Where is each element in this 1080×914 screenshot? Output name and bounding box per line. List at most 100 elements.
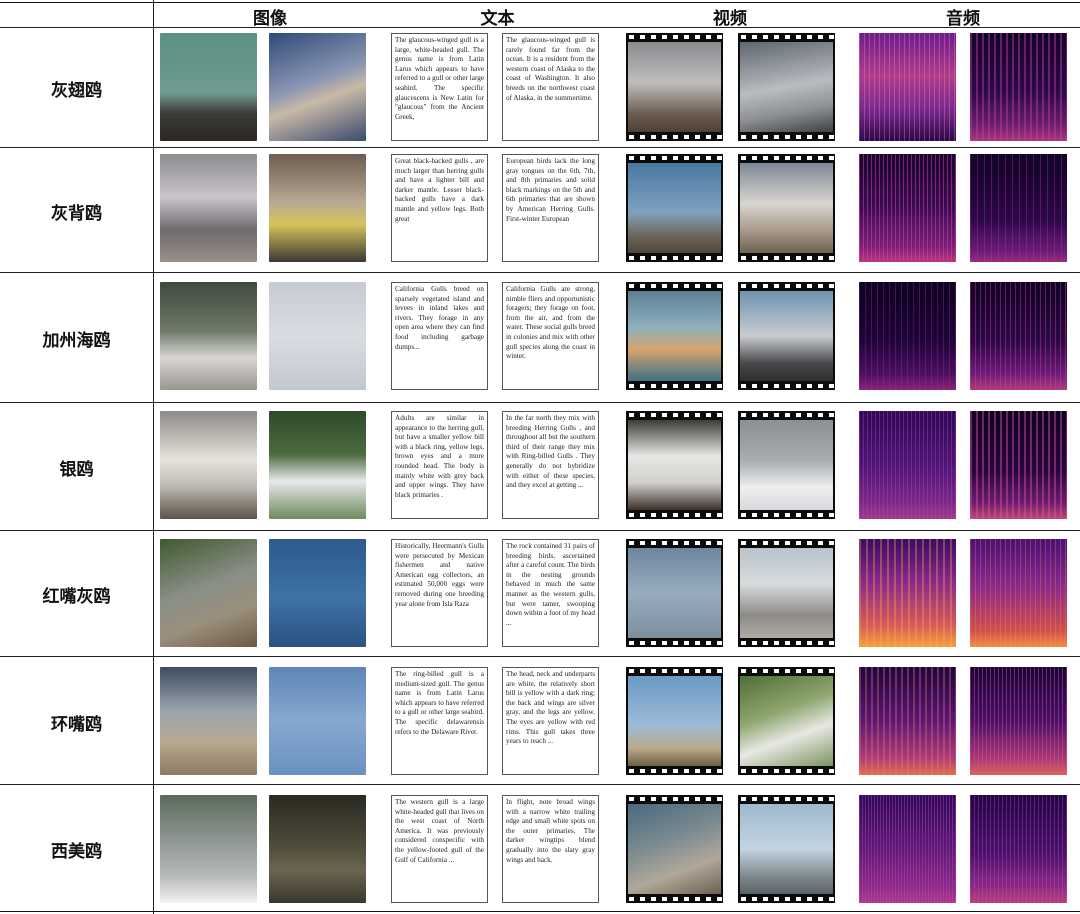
- film-perforation: [626, 33, 723, 41]
- description-text: Adults are similar in appearance to the …: [395, 414, 484, 499]
- species-label: 灰翅鸥: [51, 81, 102, 101]
- audio-spectrogram: [859, 539, 956, 647]
- film-perforation: [626, 154, 723, 162]
- film-perforation: [626, 795, 723, 803]
- top-rule: [0, 2, 1080, 3]
- row-rule: [0, 530, 1080, 531]
- gull-photo: [269, 795, 366, 903]
- video-clip: [626, 539, 723, 647]
- gull-photo: [269, 33, 366, 141]
- video-clip: [626, 282, 723, 390]
- video-frame: [628, 804, 721, 894]
- text-description: California Gulls are strong, nimble flie…: [502, 282, 599, 390]
- description-text: In the far north they mix with breeding …: [506, 414, 595, 490]
- text-description: European birds lack the long gray tongue…: [502, 154, 599, 262]
- species-label: 西美鸥: [51, 842, 102, 862]
- audio-spectrogram: [970, 795, 1067, 903]
- film-perforation: [738, 639, 835, 647]
- video-clip: [738, 539, 835, 647]
- audio-spectrogram: [970, 667, 1067, 775]
- video-frame: [740, 163, 833, 253]
- audio-spectrogram: [970, 154, 1067, 262]
- audio-spectrogram: [970, 33, 1067, 141]
- gull-photo: [160, 795, 257, 903]
- audio-spectrogram: [970, 411, 1067, 519]
- audio-spectrogram: [859, 411, 956, 519]
- video-clip: [738, 795, 835, 903]
- species-label: 加州海鸥: [42, 331, 111, 351]
- description-text: Historically, Heermann's Gulls were pers…: [395, 542, 484, 608]
- film-perforation: [626, 667, 723, 675]
- video-frame: [628, 420, 721, 510]
- film-perforation: [626, 254, 723, 262]
- gull-photo: [160, 154, 257, 262]
- row-rule: [0, 147, 1080, 148]
- film-perforation: [738, 767, 835, 775]
- gull-photo: [160, 539, 257, 647]
- row-rule: [0, 784, 1080, 785]
- species-label: 红嘴灰鸥: [42, 587, 111, 607]
- video-clip: [738, 667, 835, 775]
- video-clip: [626, 33, 723, 141]
- video-clip: [626, 667, 723, 775]
- text-description: California Gulls breed on sparsely veget…: [391, 282, 488, 390]
- gull-photo: [160, 282, 257, 390]
- gull-photo: [269, 411, 366, 519]
- description-text: The glaucous-winged gull is a large, whi…: [395, 36, 484, 121]
- audio-spectrogram: [970, 539, 1067, 647]
- gull-photo: [160, 667, 257, 775]
- video-frame: [740, 291, 833, 381]
- video-frame: [740, 804, 833, 894]
- film-perforation: [738, 411, 835, 419]
- header-audio: 音频: [946, 9, 980, 29]
- video-frame: [740, 42, 833, 132]
- text-description: The glaucous-winged gull is rarely found…: [502, 33, 599, 141]
- species-label: 环嘴鸥: [51, 715, 102, 735]
- text-description: The head, neck and underparts are white,…: [502, 667, 599, 775]
- film-perforation: [738, 133, 835, 141]
- species-label: 灰背鸥: [51, 204, 102, 224]
- header-rule: [0, 27, 1080, 28]
- species-label: 银鸥: [59, 460, 94, 480]
- film-perforation: [626, 133, 723, 141]
- header-text: 文本: [480, 9, 515, 29]
- audio-spectrogram: [859, 154, 956, 262]
- text-description: Adults are similar in appearance to the …: [391, 411, 488, 519]
- video-clip: [738, 411, 835, 519]
- description-text: The western gull is a large white-headed…: [395, 798, 484, 864]
- description-text: California Gulls are strong, nimble flie…: [506, 285, 595, 361]
- description-text: California Gulls breed on sparsely veget…: [395, 285, 484, 351]
- description-text: In flight, note broad wings with a narro…: [506, 798, 595, 864]
- film-perforation: [626, 539, 723, 547]
- text-description: The ring-billed gull is a medium-sized g…: [391, 667, 488, 775]
- gull-photo: [269, 667, 366, 775]
- row-rule: [0, 272, 1080, 273]
- film-perforation: [738, 33, 835, 41]
- video-clip: [738, 282, 835, 390]
- gull-photo: [160, 33, 257, 141]
- film-perforation: [738, 154, 835, 162]
- column-divider: [153, 0, 154, 914]
- film-perforation: [738, 795, 835, 803]
- audio-spectrogram: [859, 667, 956, 775]
- audio-spectrogram: [970, 282, 1067, 390]
- film-perforation: [738, 382, 835, 390]
- video-frame: [740, 420, 833, 510]
- text-description: Historically, Heermann's Gulls were pers…: [391, 539, 488, 647]
- gull-photo: [269, 154, 366, 262]
- description-text: The head, neck and underparts are white,…: [506, 670, 595, 746]
- film-perforation: [626, 382, 723, 390]
- text-description: The rock contained 31 pairs of breeding …: [502, 539, 599, 647]
- film-perforation: [738, 282, 835, 290]
- audio-spectrogram: [859, 282, 956, 390]
- description-text: Great black-backed gulls , are much larg…: [395, 157, 484, 223]
- row-rule: [0, 402, 1080, 403]
- video-clip: [738, 154, 835, 262]
- multimodal-dataset-table: 图像 文本 视频 音频 灰翅鸥 灰背鸥 加州海鸥 银鸥 红嘴灰鸥 环嘴鸥 西美鸥…: [0, 0, 1080, 914]
- header-image: 图像: [253, 9, 287, 29]
- video-frame: [628, 548, 721, 638]
- video-frame: [628, 291, 721, 381]
- text-description: In flight, note broad wings with a narro…: [502, 795, 599, 903]
- gull-photo: [160, 411, 257, 519]
- film-perforation: [738, 667, 835, 675]
